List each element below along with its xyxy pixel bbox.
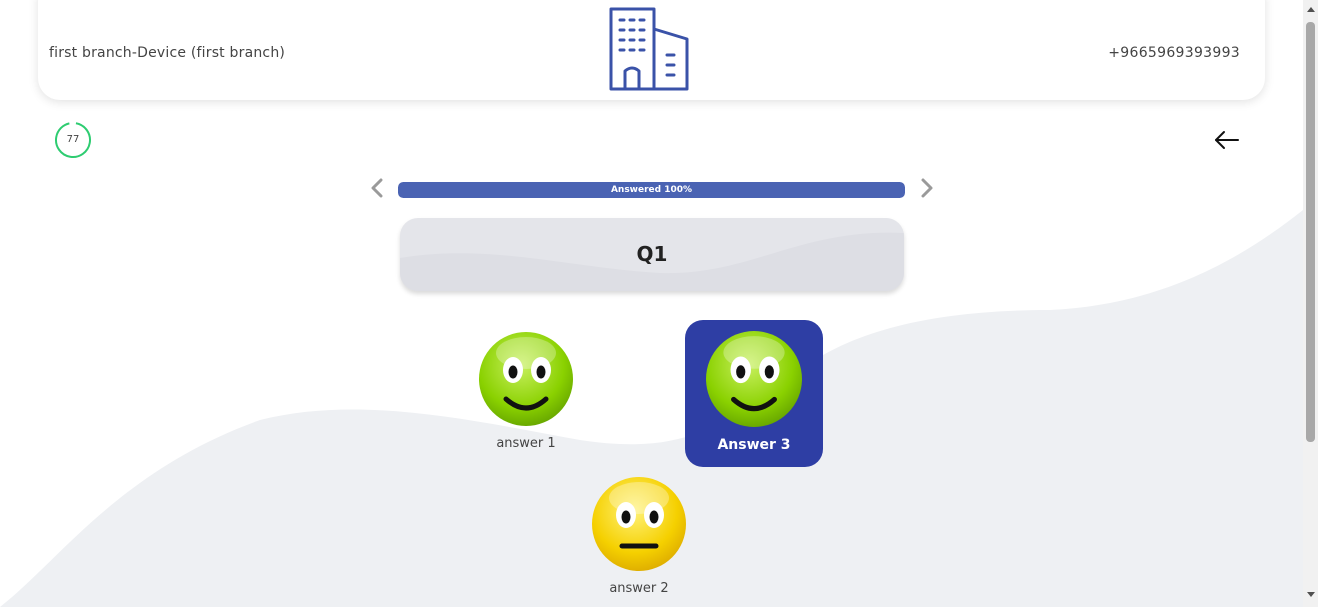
chevron-right-icon[interactable]: [916, 176, 938, 200]
happy-face-icon: [706, 331, 802, 427]
phone-number: +9665969393993: [1108, 45, 1240, 61]
header-card: first branch-Device (first branch) +9665…: [38, 0, 1265, 100]
timer-value: 77: [66, 134, 80, 145]
answer-1-label: answer 1: [496, 436, 556, 451]
countdown-timer: 77: [54, 121, 92, 159]
progress-label: Answered 100%: [610, 185, 693, 195]
answer-option-2[interactable]: answer 2: [589, 474, 689, 604]
question-title: Q1: [636, 242, 668, 266]
arrow-left-icon[interactable]: [1212, 126, 1242, 154]
answer-option-1[interactable]: answer 1: [476, 330, 576, 460]
scrollbar-thumb[interactable]: [1306, 22, 1315, 442]
scroll-down-arrow[interactable]: [1307, 592, 1315, 597]
branch-device-label: first branch-Device (first branch): [49, 45, 286, 61]
building-icon: [609, 7, 689, 91]
neutral-face-icon: [592, 477, 686, 571]
answer-3-label: Answer 3: [717, 437, 791, 453]
chevron-left-icon[interactable]: [366, 176, 388, 200]
question-card: Q1: [400, 218, 904, 291]
vertical-scrollbar[interactable]: [1303, 0, 1318, 607]
scroll-up-arrow[interactable]: [1307, 7, 1315, 12]
happy-face-icon: [479, 332, 573, 426]
answer-2-label: answer 2: [609, 581, 669, 596]
progress-bar: Answered 100%: [398, 182, 905, 198]
answer-option-3-selected[interactable]: Answer 3: [685, 320, 823, 467]
